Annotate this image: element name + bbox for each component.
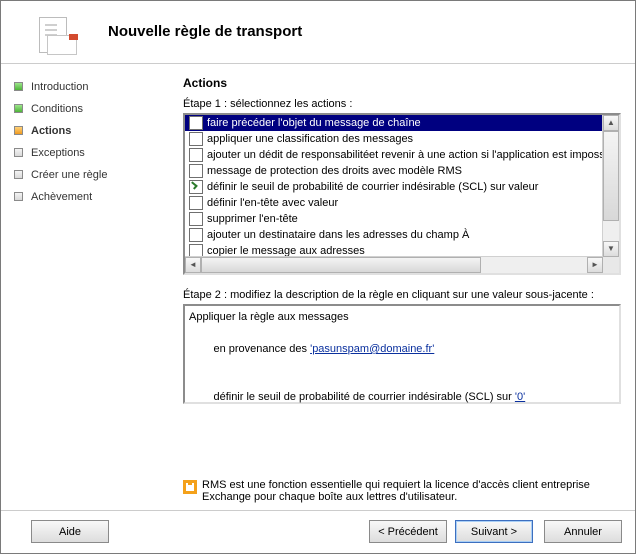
action-checkbox[interactable] — [189, 196, 203, 210]
action-list-item[interactable]: copier le message aux adresses — [185, 243, 603, 257]
section-title: Actions — [183, 76, 627, 90]
step1-label: Étape 1 : sélectionnez les actions : — [183, 98, 627, 110]
scroll-thumb-horizontal[interactable] — [201, 257, 481, 273]
help-button[interactable]: Aide — [31, 520, 109, 543]
scl-value-link[interactable]: '0' — [515, 391, 525, 403]
main-content: Actions Étape 1 : sélectionnez les actio… — [183, 76, 627, 404]
rule-icon — [39, 17, 76, 54]
action-checkbox[interactable] — [189, 212, 203, 226]
step-label: Actions — [31, 125, 71, 137]
step-label: Exceptions — [31, 147, 85, 159]
action-label: définir l'en-tête avec valeur — [207, 195, 338, 211]
step-label: Créer une règle — [31, 169, 107, 181]
action-list-item[interactable]: message de protection des droits avec mo… — [185, 163, 603, 179]
wizard-window: Nouvelle règle de transport Introduction… — [0, 0, 636, 554]
scroll-left-button[interactable]: ◄ — [185, 257, 201, 273]
action-label: copier le message aux adresses — [207, 243, 365, 257]
sender-value-link[interactable]: 'pasunspam@domaine.fr' — [310, 343, 434, 355]
header: Nouvelle règle de transport — [1, 1, 635, 64]
wizard-step[interactable]: Conditions — [11, 98, 176, 120]
scroll-up-button[interactable]: ▲ — [603, 115, 619, 131]
action-label: ajouter un destinataire dans les adresse… — [207, 227, 469, 243]
vertical-scrollbar[interactable]: ▲ ▼ — [602, 115, 619, 257]
step-label: Introduction — [31, 81, 88, 93]
action-checkbox[interactable] — [189, 148, 203, 162]
wizard-step[interactable]: Exceptions — [11, 142, 176, 164]
action-label: supprimer l'en-tête — [207, 211, 298, 227]
scroll-right-button[interactable]: ► — [587, 257, 603, 273]
step-indicator-icon — [14, 192, 23, 201]
step-indicator-icon — [14, 82, 23, 91]
action-label: définir le seuil de probabilité de courr… — [207, 179, 538, 195]
action-list-item[interactable]: définir l'en-tête avec valeur — [185, 195, 603, 211]
action-label: message de protection des droits avec mo… — [207, 163, 462, 179]
rule-description-box[interactable]: Appliquer la règle aux messages en prove… — [183, 304, 621, 404]
wizard-step[interactable]: Créer une règle — [11, 164, 176, 186]
action-checkbox[interactable] — [189, 116, 203, 130]
back-button[interactable]: < Précédent — [369, 520, 447, 543]
info-icon — [183, 480, 197, 494]
next-button[interactable]: Suivant > — [455, 520, 533, 543]
wizard-steps-sidebar: Introduction Conditions Actions Exceptions C… — [11, 76, 176, 208]
action-label: faire précéder l'objet du message de cha… — [207, 115, 421, 131]
action-list-item[interactable]: faire précéder l'objet du message de cha… — [185, 115, 603, 131]
description-line: en provenance des 'pasunspam@domaine.fr' — [189, 325, 615, 373]
step-indicator-icon — [14, 170, 23, 179]
horizontal-scrollbar[interactable]: ◄ ► — [185, 256, 603, 273]
step-label: Achèvement — [31, 191, 92, 203]
wizard-step[interactable]: Achèvement — [11, 186, 176, 208]
button-bar: Aide < Précédent Suivant > Annuler — [1, 510, 635, 553]
action-checkbox[interactable] — [189, 164, 203, 178]
action-list-item[interactable]: supprimer l'en-tête — [185, 211, 603, 227]
step-label: Conditions — [31, 103, 83, 115]
wizard-step[interactable]: Actions — [11, 120, 176, 142]
action-list-item[interactable]: définir le seuil de probabilité de courr… — [185, 179, 603, 195]
description-line: Appliquer la règle aux messages — [189, 309, 615, 325]
action-list-item[interactable]: ajouter un destinataire dans les adresse… — [185, 227, 603, 243]
action-checkbox[interactable] — [189, 132, 203, 146]
action-label: appliquer une classification des message… — [207, 131, 413, 147]
cancel-button[interactable]: Annuler — [544, 520, 622, 543]
action-label: ajouter un dédit de responsabilitéet rev… — [207, 147, 603, 163]
description-text: définir le seuil de probabilité de courr… — [213, 391, 514, 403]
action-checkbox[interactable] — [189, 180, 203, 194]
actions-listbox[interactable]: faire précéder l'objet du message de cha… — [183, 113, 621, 275]
info-bar: RMS est une fonction essentielle qui req… — [183, 479, 623, 503]
action-list-item[interactable]: appliquer une classification des message… — [185, 131, 603, 147]
description-text: en provenance des — [213, 343, 310, 355]
wizard-step[interactable]: Introduction — [11, 76, 176, 98]
scroll-corner — [603, 257, 619, 273]
info-text: RMS est une fonction essentielle qui req… — [202, 479, 623, 503]
description-line: définir le seuil de probabilité de courr… — [189, 373, 615, 421]
action-list-item[interactable]: ajouter un dédit de responsabilitéet rev… — [185, 147, 603, 163]
step-indicator-icon — [14, 104, 23, 113]
page-title: Nouvelle règle de transport — [108, 23, 302, 40]
scroll-down-button[interactable]: ▼ — [603, 241, 619, 257]
step2-label: Étape 2 : modifiez la description de la … — [183, 289, 627, 301]
step-indicator-icon — [14, 148, 23, 157]
scroll-thumb-vertical[interactable] — [603, 131, 619, 221]
step-indicator-icon — [14, 126, 23, 135]
action-checkbox[interactable] — [189, 228, 203, 242]
